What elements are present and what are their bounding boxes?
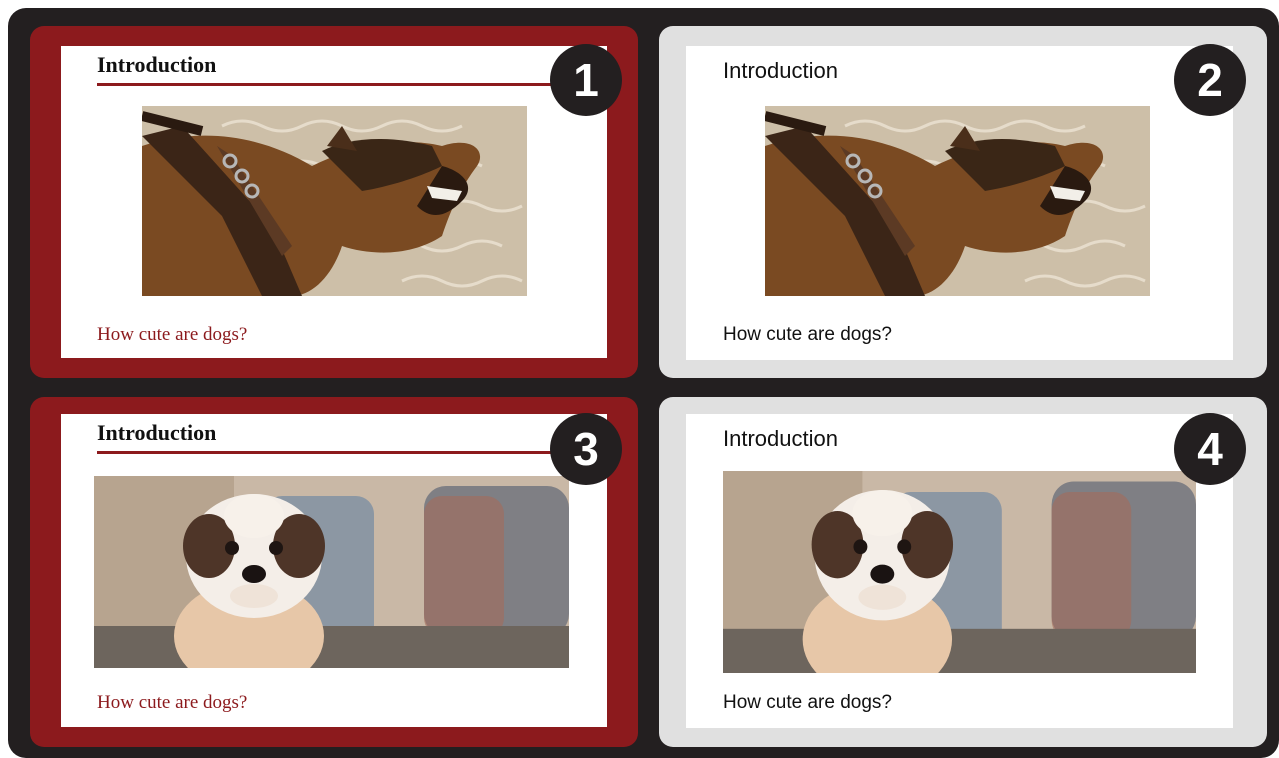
title-underline (97, 451, 567, 454)
panel-4: Introduction How cute are dogs? 4 (659, 397, 1267, 747)
slide-4: Introduction How cute are dogs? (686, 414, 1233, 728)
number-badge-1: 1 (550, 44, 622, 116)
angry-dog-photo (765, 106, 1150, 296)
slide-title: Introduction (723, 58, 838, 83)
number-badge-2: 2 (1174, 44, 1246, 116)
slide-title: Introduction (723, 426, 838, 451)
slide-2: Introduction How cute are dogs? (686, 46, 1233, 360)
slide-caption: How cute are dogs? (97, 692, 248, 713)
title-underline (97, 83, 567, 86)
slide-title: Introduction (97, 52, 217, 77)
image-frame: Introduction How cute are dogs? 1 Introd… (8, 8, 1279, 758)
slide-caption: How cute are dogs? (97, 324, 248, 345)
slide-3: Introduction How cute are dogs? (61, 414, 607, 727)
slide-1: Introduction How cute are dogs? (61, 46, 607, 358)
puppy-photo (94, 476, 569, 668)
panel-1: Introduction How cute are dogs? 1 (30, 26, 638, 378)
panel-2: Introduction How cute are dogs? 2 (659, 26, 1267, 378)
slide-caption: How cute are dogs? (723, 324, 892, 345)
number-badge-3: 3 (550, 413, 622, 485)
number-badge-4: 4 (1174, 413, 1246, 485)
angry-dog-photo (142, 106, 527, 296)
slide-caption: How cute are dogs? (723, 692, 892, 713)
slide-title: Introduction (97, 420, 217, 445)
puppy-photo (723, 471, 1196, 673)
panel-3: Introduction How cute are dogs? 3 (30, 397, 638, 747)
